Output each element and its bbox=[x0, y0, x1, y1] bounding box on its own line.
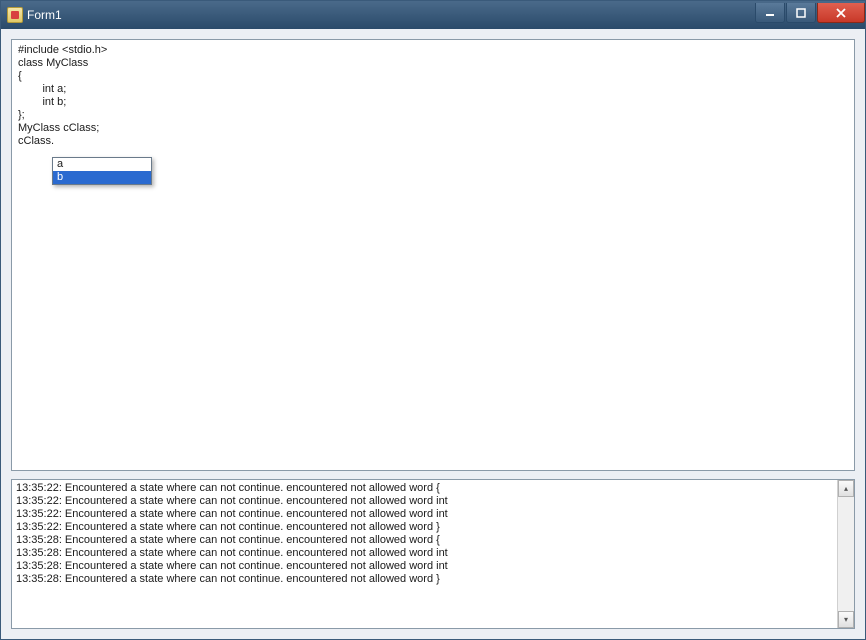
log-entry: 13:35:28: Encountered a state where can … bbox=[16, 547, 833, 560]
client-area: #include <stdio.h> class MyClass { int a… bbox=[1, 29, 865, 639]
window-title: Form1 bbox=[27, 8, 754, 22]
code-line: }; bbox=[18, 109, 848, 122]
maximize-icon bbox=[795, 8, 807, 18]
maximize-button[interactable] bbox=[786, 3, 816, 23]
application-window: Form1 #include <stdio.h> class MyClass {… bbox=[0, 0, 866, 640]
autocomplete-item[interactable]: a bbox=[53, 158, 151, 171]
code-line: class MyClass bbox=[18, 57, 848, 70]
log-entry: 13:35:22: Encountered a state where can … bbox=[16, 482, 833, 495]
titlebar[interactable]: Form1 bbox=[1, 1, 865, 29]
log-entry: 13:35:28: Encountered a state where can … bbox=[16, 534, 833, 547]
code-line: int b; bbox=[18, 96, 848, 109]
autocomplete-popup[interactable]: a b bbox=[52, 157, 152, 185]
scroll-track[interactable] bbox=[838, 497, 854, 611]
log-entry: 13:35:28: Encountered a state where can … bbox=[16, 573, 833, 586]
autocomplete-item-selected[interactable]: b bbox=[53, 171, 151, 184]
scroll-down-button[interactable]: ▾ bbox=[838, 611, 854, 628]
code-line: MyClass cClass; bbox=[18, 122, 848, 135]
close-button[interactable] bbox=[817, 3, 865, 23]
log-panel: 13:35:22: Encountered a state where can … bbox=[11, 479, 855, 629]
minimize-icon bbox=[764, 8, 776, 18]
code-line: int a; bbox=[18, 83, 848, 96]
log-scrollbar[interactable]: ▴ ▾ bbox=[837, 480, 854, 628]
code-line: { bbox=[18, 70, 848, 83]
code-editor[interactable]: #include <stdio.h> class MyClass { int a… bbox=[11, 39, 855, 471]
log-entry: 13:35:22: Encountered a state where can … bbox=[16, 508, 833, 521]
app-icon bbox=[7, 7, 23, 23]
minimize-button[interactable] bbox=[755, 3, 785, 23]
log-entry: 13:35:28: Encountered a state where can … bbox=[16, 560, 833, 573]
log-entry: 13:35:22: Encountered a state where can … bbox=[16, 495, 833, 508]
close-icon bbox=[835, 8, 847, 18]
code-line: #include <stdio.h> bbox=[18, 44, 848, 57]
scroll-up-button[interactable]: ▴ bbox=[838, 480, 854, 497]
log-entry: 13:35:22: Encountered a state where can … bbox=[16, 521, 833, 534]
log-content[interactable]: 13:35:22: Encountered a state where can … bbox=[12, 480, 837, 628]
code-line: cClass. bbox=[18, 135, 848, 148]
window-controls bbox=[754, 3, 865, 23]
